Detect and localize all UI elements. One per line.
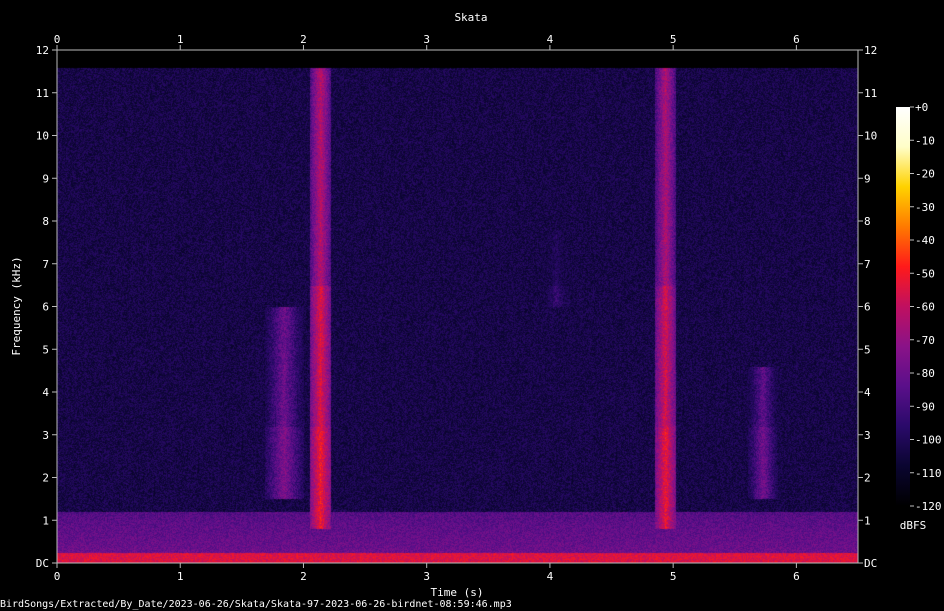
x-tick-label-bottom: 4 xyxy=(547,570,554,583)
colorbar-tick-label: -100 xyxy=(915,434,942,447)
y-tick-label-right: 7 xyxy=(864,258,871,271)
y-tick-label-right: 12 xyxy=(864,44,877,57)
chart-title: Skata xyxy=(454,11,487,24)
colorbar-tick-label: -120 xyxy=(915,500,942,513)
spectrogram-heatmap xyxy=(57,50,858,563)
x-tick-label-bottom: 3 xyxy=(423,570,430,583)
y-tick-label-right: 6 xyxy=(864,301,871,314)
x-tick-label-bottom: 6 xyxy=(793,570,800,583)
y-tick-label-right: 8 xyxy=(864,215,871,228)
y-tick-label-left: 5 xyxy=(42,343,49,356)
x-tick-label-bottom: 0 xyxy=(54,570,61,583)
x-axis-label: Time (s) xyxy=(431,586,484,599)
x-tick-label-bottom: 5 xyxy=(670,570,677,583)
colorbar-tick-label: -20 xyxy=(915,168,935,181)
footer-file-path: BirdSongs/Extracted/By_Date/2023-06-26/S… xyxy=(0,599,512,610)
spectrogram-figure: Skata 00112233445566DC DC1 12 23 34 45 56 67 78 8… xyxy=(0,11,942,610)
x-tick-label-top: 3 xyxy=(423,33,430,46)
colorbar-unit-label: dBFS xyxy=(900,519,927,532)
colorbar-tick-label: -110 xyxy=(915,467,942,480)
x-tick-label-bottom: 1 xyxy=(177,570,184,583)
y-tick-label-right: 1 xyxy=(864,514,871,527)
x-tick-label-top: 1 xyxy=(177,33,184,46)
y-tick-label-left: 3 xyxy=(42,429,49,442)
y-tick-label-left: 4 xyxy=(42,386,49,399)
y-tick-label-left: 6 xyxy=(42,301,49,314)
colorbar-tick-label: +0 xyxy=(915,101,928,114)
x-tick-label-top: 6 xyxy=(793,33,800,46)
y-tick-label-right: 2 xyxy=(864,472,871,485)
y-tick-label-left: 9 xyxy=(42,172,49,185)
y-tick-label-left: 1 xyxy=(42,514,49,527)
colorbar-tick-label: -10 xyxy=(915,134,935,147)
y-tick-label-right: DC xyxy=(864,557,877,570)
y-tick-label-left: 8 xyxy=(42,215,49,228)
colorbar: +0 -10 -20 -30 -40 -50 -60 -70 -80 -90 -100 -110 -12… xyxy=(896,101,942,532)
y-tick-label-right: 10 xyxy=(864,130,877,143)
x-tick-label-bottom: 2 xyxy=(300,570,307,583)
y-tick-label-right: 11 xyxy=(864,87,877,100)
y-tick-label-left: 7 xyxy=(42,258,49,271)
plot-area xyxy=(56,49,859,564)
y-tick-label-left: 2 xyxy=(42,472,49,485)
colorbar-tick-label: -50 xyxy=(915,267,935,280)
y-tick-label-left: 10 xyxy=(36,130,49,143)
colorbar-gradient xyxy=(896,107,910,506)
x-tick-label-top: 4 xyxy=(547,33,554,46)
y-tick-label-right: 9 xyxy=(864,172,871,185)
y-tick-label-left: 12 xyxy=(36,44,49,57)
colorbar-tick-label: -30 xyxy=(915,201,935,214)
y-tick-label-right: 4 xyxy=(864,386,871,399)
x-tick-label-top: 0 xyxy=(54,33,61,46)
y-tick-label-right: 5 xyxy=(864,343,871,356)
colorbar-tick-label: -80 xyxy=(915,367,935,380)
x-tick-label-top: 2 xyxy=(300,33,307,46)
y-tick-label-left: DC xyxy=(36,557,49,570)
y-tick-label-right: 3 xyxy=(864,429,871,442)
colorbar-tick-label: -70 xyxy=(915,334,935,347)
colorbar-ticks: +0 -10 -20 -30 -40 -50 -60 -70 -80 -90 -100 -110 -12… xyxy=(910,101,942,513)
colorbar-tick-label: -60 xyxy=(915,301,935,314)
y-axis-label: Frequency (kHz) xyxy=(10,256,23,355)
x-tick-label-top: 5 xyxy=(670,33,677,46)
colorbar-tick-label: -40 xyxy=(915,234,935,247)
y-tick-label-left: 11 xyxy=(36,87,49,100)
colorbar-tick-label: -90 xyxy=(915,400,935,413)
